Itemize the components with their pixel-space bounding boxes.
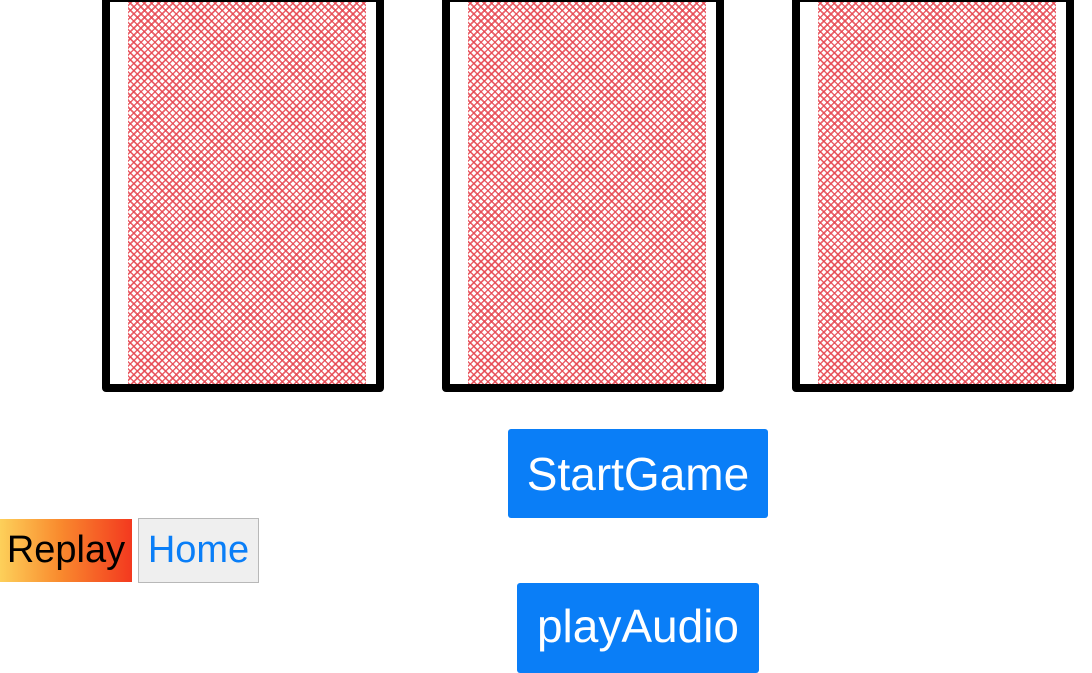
- start-game-button[interactable]: StartGame: [508, 429, 768, 518]
- card-back-pattern: [468, 2, 706, 384]
- card-back-pattern: [128, 2, 366, 384]
- card-back-2[interactable]: [442, 0, 724, 392]
- card-face: [110, 2, 376, 384]
- card-back-pattern: [818, 2, 1056, 384]
- replay-button[interactable]: Replay: [0, 519, 132, 582]
- card-back-1[interactable]: [102, 0, 384, 392]
- card-face: [800, 2, 1066, 384]
- card-back-3[interactable]: [792, 0, 1074, 392]
- card-face: [450, 2, 716, 384]
- home-button[interactable]: Home: [138, 518, 259, 583]
